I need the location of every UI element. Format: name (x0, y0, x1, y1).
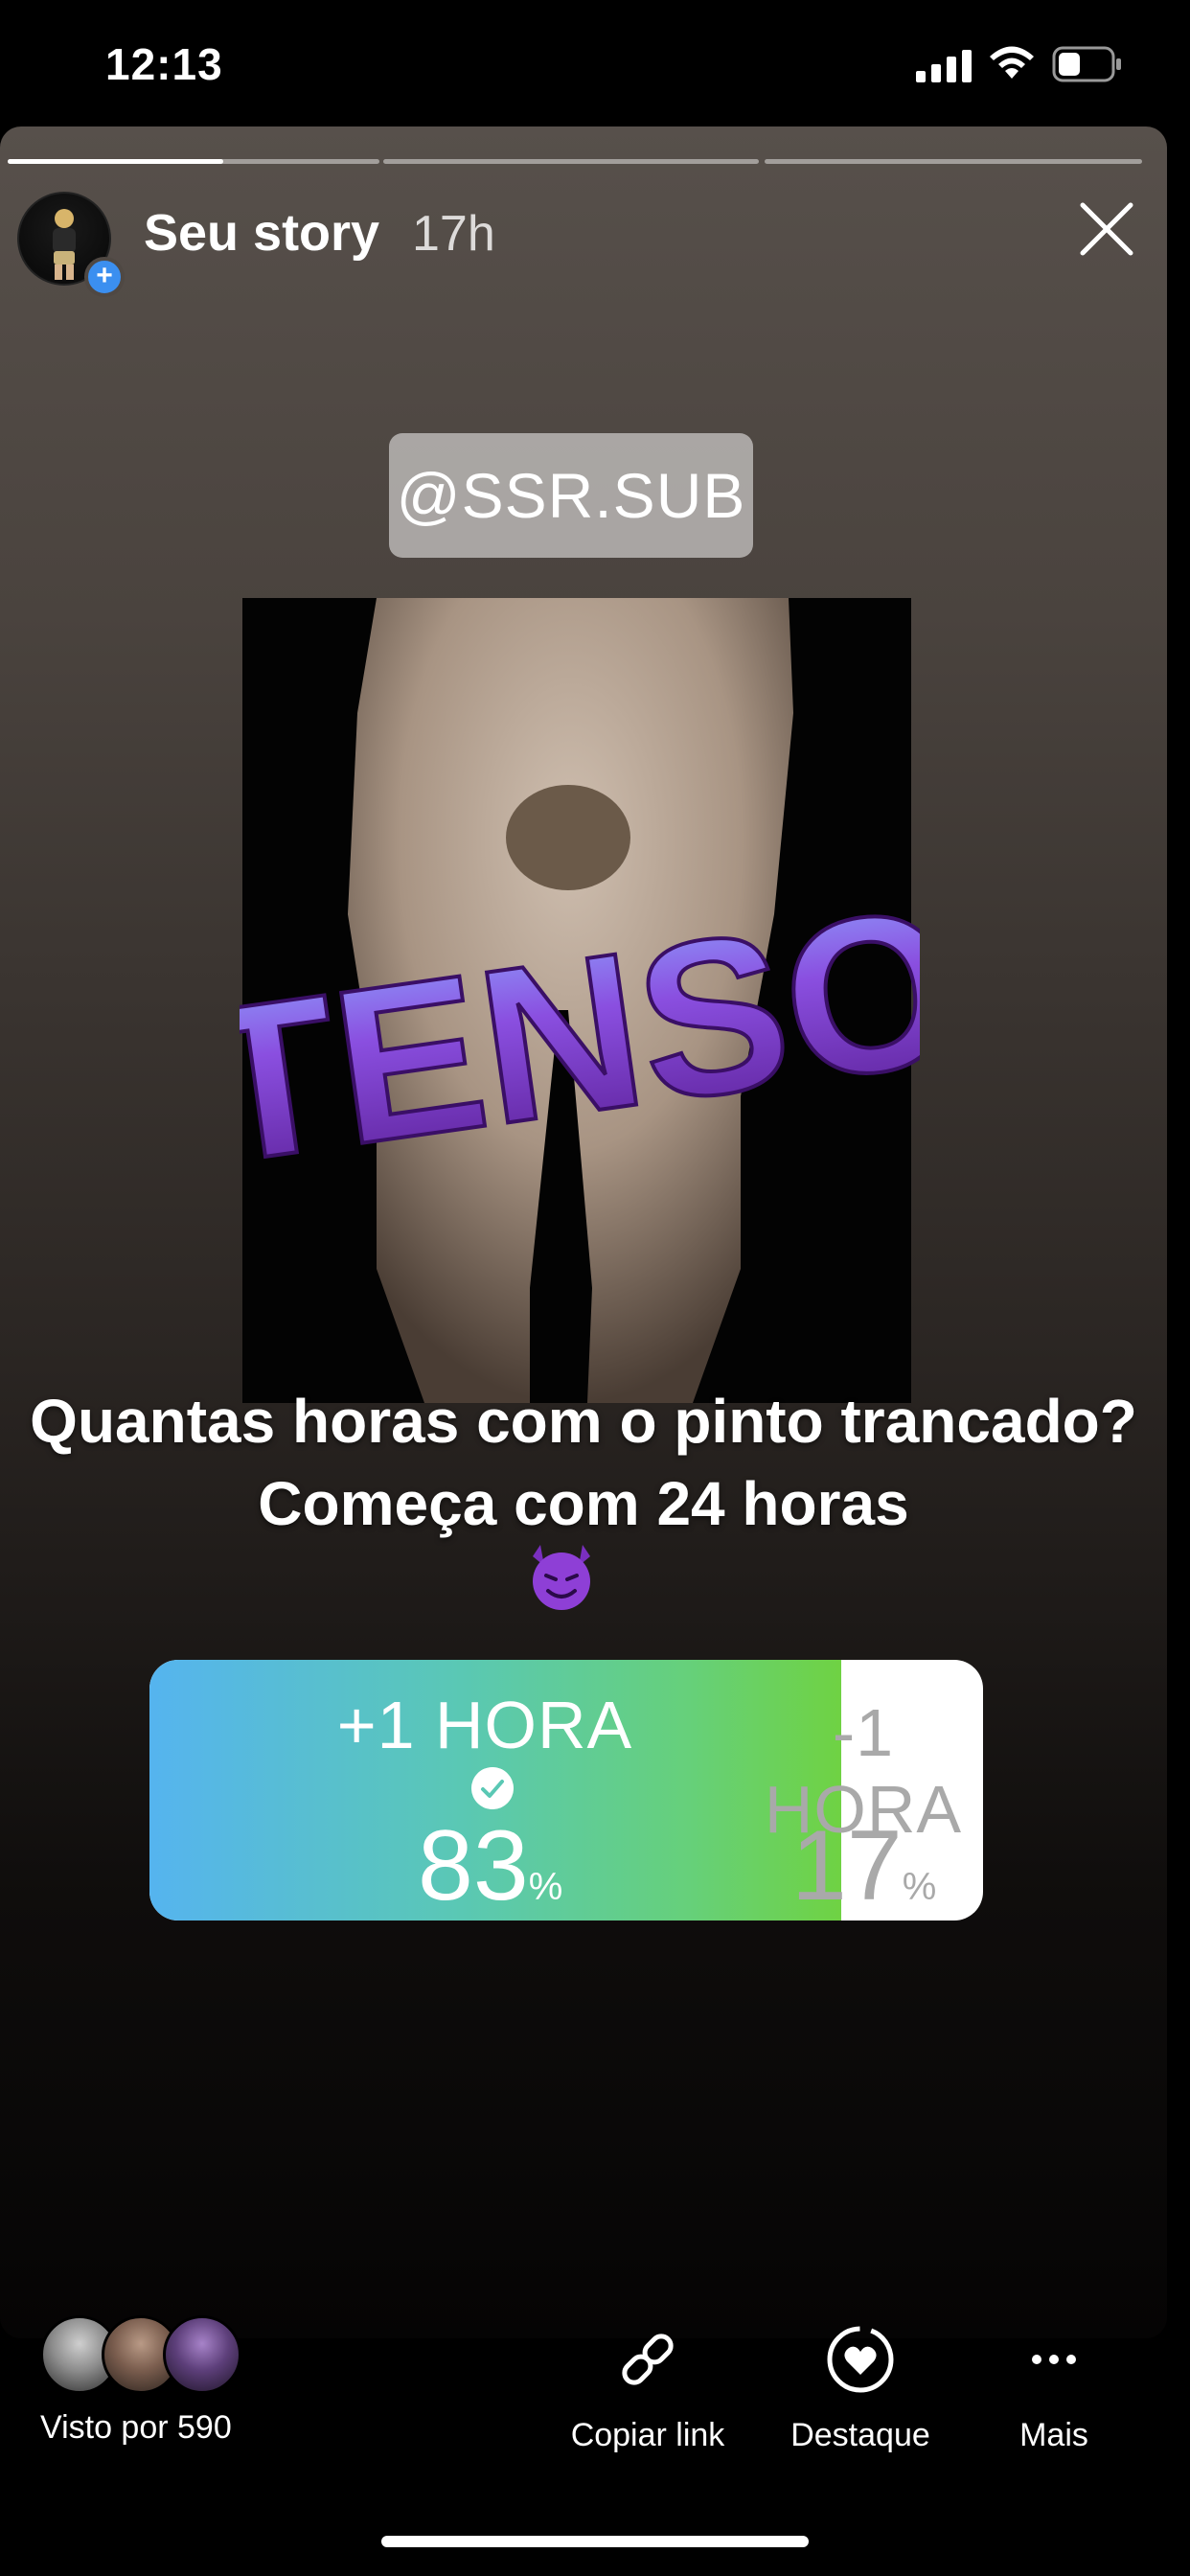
poll-sticker[interactable]: +1 HORA 83% -1 HORA 17% (149, 1660, 983, 1920)
progress-segment-2 (383, 159, 759, 164)
link-icon (622, 2334, 674, 2385)
copy-link-button[interactable]: Copiar link (552, 2323, 744, 2454)
highlight-label: Destaque (790, 2417, 930, 2453)
tenso-sticker[interactable]: TENSO (240, 843, 920, 1198)
poll-option2-percent: 17% (791, 1809, 936, 1920)
story-title: Seu story (144, 204, 380, 262)
poll-option1-percent-sign: % (528, 1866, 563, 1908)
story-age: 17h (412, 206, 495, 262)
poll-option2-percent-sign: % (902, 1866, 937, 1908)
add-story-icon[interactable]: + (84, 257, 125, 297)
more-icon (1032, 2355, 1076, 2364)
wifi-icon (990, 46, 1034, 79)
poll-option2-percent-value: 17 (791, 1810, 903, 1920)
home-indicator[interactable] (381, 2536, 809, 2547)
more-label: Mais (1019, 2417, 1088, 2453)
seen-by-count[interactable]: Visto por 590 (40, 2409, 232, 2447)
battery-icon (1052, 46, 1121, 82)
poll-option1-percent: 83% (418, 1809, 562, 1920)
poll-option1-label[interactable]: +1 HORA (312, 1687, 657, 1763)
tenso-sticker-text: TENSO (240, 861, 920, 1198)
viewer-avatar (163, 2315, 241, 2394)
screen: 12:13 + Seu story 17h @SSR.SUB TENSO Qua… (0, 0, 1190, 2576)
more-button[interactable]: Mais (958, 2323, 1150, 2454)
smiling-devil-emoji-icon (533, 1545, 590, 1610)
highlight-button[interactable]: Destaque (765, 2323, 956, 2454)
cellular-signal-icon (916, 50, 972, 82)
mention-sticker[interactable]: @SSR.SUB (389, 433, 753, 558)
progress-segment-3 (765, 159, 1142, 164)
poll-option1-percent-value: 83 (418, 1810, 529, 1920)
viewer-avatars[interactable] (40, 2315, 251, 2394)
status-bar: 12:13 (0, 0, 1190, 134)
close-icon[interactable] (1073, 196, 1140, 263)
progress-segment-1-fill (8, 159, 224, 164)
progress-segment-1 (8, 159, 379, 164)
check-icon (471, 1767, 514, 1809)
highlight-heart-icon (827, 2326, 894, 2393)
status-time: 12:13 (105, 39, 223, 89)
poll-question: Quantas horas com o pinto trancado? Come… (30, 1387, 1137, 1538)
copy-link-label: Copiar link (570, 2417, 725, 2453)
